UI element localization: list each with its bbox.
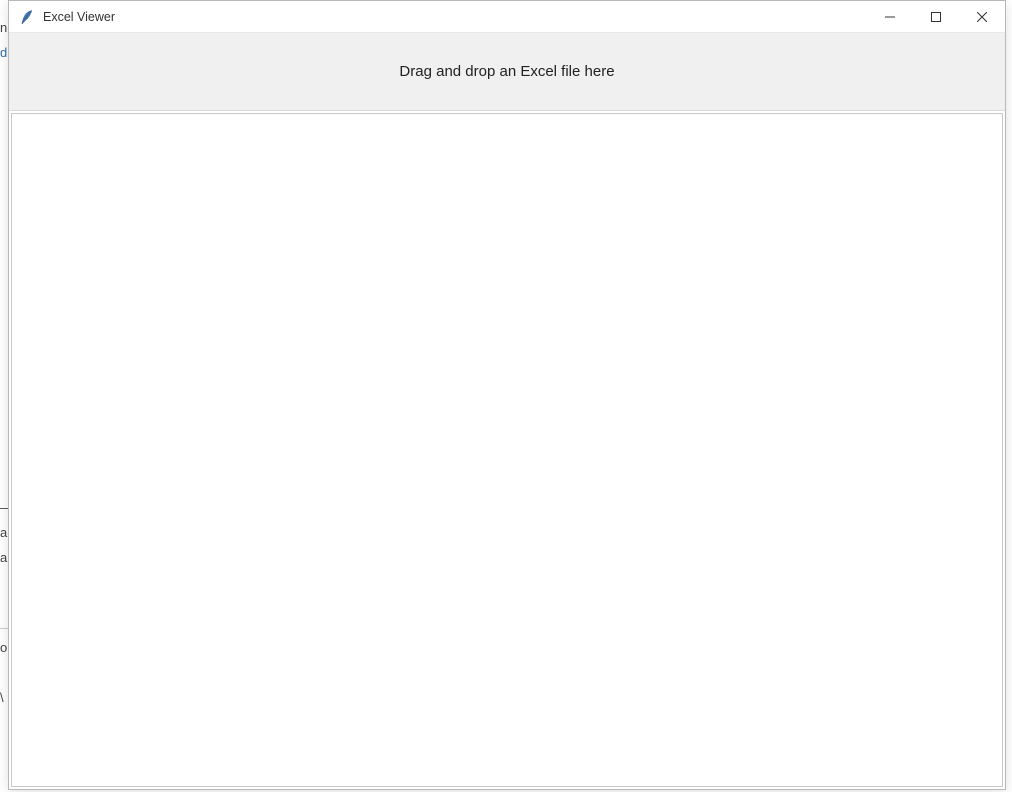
drop-zone[interactable]: Drag and drop an Excel file here [9, 33, 1005, 111]
window-controls [867, 1, 1005, 32]
bg-frag: d [0, 45, 7, 60]
titlebar[interactable]: Excel Viewer [9, 1, 1005, 33]
bg-frag: n [0, 20, 7, 35]
maximize-button[interactable] [913, 1, 959, 32]
bg-frag: \ [0, 690, 4, 705]
bg-frag: a [0, 525, 7, 540]
drop-zone-label: Drag and drop an Excel file here [399, 63, 614, 80]
app-window: Excel Viewer Drag and drop an Excel file… [8, 0, 1006, 790]
app-feather-icon [19, 9, 35, 25]
window-title: Excel Viewer [43, 10, 867, 24]
close-button[interactable] [959, 1, 1005, 32]
content-area[interactable] [11, 113, 1003, 787]
bg-divider [0, 628, 8, 629]
bg-frag: a [0, 550, 7, 565]
minimize-button[interactable] [867, 1, 913, 32]
bg-frag: o [0, 640, 7, 655]
